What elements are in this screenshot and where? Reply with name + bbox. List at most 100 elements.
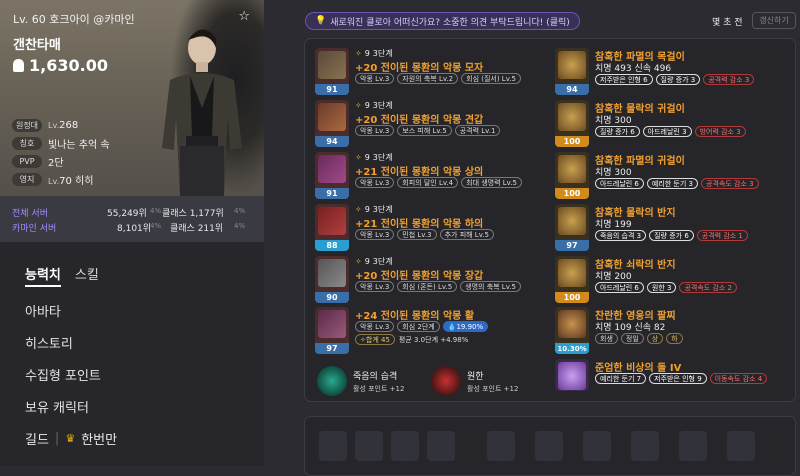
transcend-level: 9	[364, 101, 370, 110]
tab-skills[interactable]: 스킬	[75, 264, 99, 287]
item-name: +21 전이된 몽환의 악몽 상의	[355, 167, 484, 178]
accessory-ring-1[interactable]: 97 참혹한 몰락의 반지 치명 199 죽음의 습격 3 질량 증가 6 공격…	[555, 204, 785, 254]
gem-slot[interactable]	[679, 431, 707, 461]
effect-chip: 자원의 축복 Lv.2	[397, 73, 459, 84]
equipment-item-weapon[interactable]: 97 +24 전이된 몽환의 악몽 활 악몽 Lv.3 회심 2단계 💧 19.9…	[315, 307, 545, 357]
item-thumbnail: 100	[555, 152, 589, 199]
accessory-ring-2[interactable]: 100 참혹한 쇠락의 반지 치명 200 아드레날린 6 원한 3 공격속도 …	[555, 256, 785, 306]
favorite-star-icon[interactable]: ☆	[238, 9, 250, 24]
item-name: +20 전이된 몽환의 악몽 모자	[355, 63, 484, 74]
transcend-icon: ✧	[355, 257, 362, 266]
item-name: +20 전이된 몽환의 악몽 장갑	[355, 271, 484, 282]
gem-slot[interactable]	[487, 431, 515, 461]
info-row-pvp: PVP 2단	[12, 153, 110, 170]
penalty-chip: 공격속도 감소 2	[679, 282, 737, 293]
quality-badge: 100	[555, 292, 589, 303]
gem-slot[interactable]	[727, 431, 755, 461]
item-stats: 치명 200	[595, 272, 632, 282]
info-value: 2단	[48, 158, 64, 169]
effect-chip: 악몽 Lv.3	[355, 281, 395, 292]
item-name: 찬란한 영웅의 팔찌	[595, 311, 676, 322]
accessory-earring-1[interactable]: 100 참혹한 몰락의 귀걸이 치명 300 질량 증가 6 아드레날린 3 방…	[555, 100, 785, 150]
character-sidebar: Lv. 60 호크아이 @카마인 ☆ 갠찬타매 1,630.00 원정대 Lv.…	[0, 0, 264, 466]
total-value: 합계 45	[365, 335, 390, 344]
bracelet-icon	[558, 310, 586, 338]
item-thumbnail: 91	[315, 48, 349, 95]
rank-all-pct: 4%	[150, 207, 162, 215]
gloves-icon	[318, 259, 346, 287]
equipment-item-helmet[interactable]: 91 ✧ 9 3단계 +20 전이된 몽환의 악몽 모자 악몽 Lv.3 자원의 축…	[315, 48, 545, 98]
item-name: +20 전이된 몽환의 악몽 견갑	[355, 115, 484, 126]
character-level-server: Lv. 60 호크아이 @카마인	[13, 13, 135, 26]
equipment-item-pants[interactable]: 88 ✧ 9 3단계 +21 전이된 몽환의 악몽 하의 악몽 Lv.3 민첩 Lv…	[315, 204, 545, 254]
gem-slot[interactable]	[391, 431, 419, 461]
accessory-earring-2[interactable]: 100 참혹한 파멸의 귀걸이 치명 300 아드레날린 6 예리한 둔기 3 …	[555, 152, 785, 202]
engraving-name: 죽음의 습격	[353, 372, 398, 382]
sidebar-menu: 능력치 스킬 아바타 히스토리 수집형 포인트 보유 캐릭터 길드 | ♛ 한번…	[25, 264, 117, 448]
effect-chip: 추가 피해 Lv.5	[439, 229, 494, 240]
gem-slot[interactable]	[535, 431, 563, 461]
lightbulb-icon: 💡	[315, 16, 327, 26]
effect-chip: 회피의 달인 Lv.4	[397, 177, 459, 188]
effect-chip: 회심 2단계	[397, 321, 440, 332]
transcend-icon: ✧	[355, 49, 362, 58]
item-name: 참혹한 몰락의 반지	[595, 208, 676, 219]
effect-chip: 악몽 Lv.3	[355, 73, 395, 84]
effect-chip: 공격력 Lv.1	[454, 125, 501, 136]
bow-icon	[318, 310, 346, 338]
gem-slot[interactable]	[355, 431, 383, 461]
refresh-button[interactable]: 갱신하기	[752, 12, 796, 29]
effect-chip: 예리한 둔기 7	[595, 373, 647, 384]
transcend-stage: 3단계	[372, 205, 393, 214]
equipment-item-gloves[interactable]: 90 ✧ 9 3단계 +20 전이된 몽환의 악몽 장갑 악몽 Lv.3 회심 (혼…	[315, 256, 545, 306]
menu-item-history[interactable]: 히스토리	[25, 333, 117, 365]
menu-item-collectibles[interactable]: 수집형 포인트	[25, 365, 117, 397]
grade-chip: 상	[646, 333, 664, 344]
drop-icon: 💧	[447, 322, 457, 331]
item-name: +24 전이된 몽환의 악몽 활	[355, 311, 475, 322]
item-name: 준엄한 비상의 돌 IV	[595, 363, 682, 374]
item-name: 참혹한 파멸의 목걸이	[595, 52, 685, 63]
feedback-notice[interactable]: 💡 새로워진 클로아 어떠신가요? 소중한 의견 부탁드립니다! (클릭)	[305, 12, 580, 30]
character-avatar	[162, 29, 242, 196]
accessory-necklace[interactable]: 94 참혹한 파멸의 목걸이 치명 493 신속 496 저주받은 인형 6 질…	[555, 48, 785, 98]
menu-item-characters[interactable]: 보유 캐릭터	[25, 397, 117, 429]
info-value: 빛나는 추억 속	[48, 140, 110, 151]
effect-chip: 악몽 Lv.3	[355, 321, 395, 332]
guild-divider: |	[54, 431, 60, 446]
character-portrait: Lv. 60 호크아이 @카마인 ☆ 갠찬타매 1,630.00 원정대 Lv.…	[0, 0, 264, 196]
character-info-rows: 원정대 Lv.268 칭호 빛나는 추억 속 PVP 2단 영지 Lv.70 히…	[12, 117, 110, 189]
quality-badge: 88	[315, 240, 349, 251]
average-text: 평균 3.0단계 +4.98%	[398, 335, 469, 344]
info-tag: 칭호	[12, 137, 42, 150]
effect-chip: 저주받은 인형 9	[649, 373, 707, 384]
menu-item-avatar[interactable]: 아바타	[25, 301, 117, 333]
item-thumbnail: 88	[315, 204, 349, 251]
rank-all-label: 전체 서버	[12, 209, 48, 219]
helmet-icon	[318, 51, 346, 79]
gem-slot[interactable]	[319, 431, 347, 461]
engraving-points: 활성 포인트 +12	[467, 385, 519, 393]
gem-slot[interactable]	[427, 431, 455, 461]
equipment-item-shoulder[interactable]: 94 ✧ 9 3단계 +20 전이된 몽환의 악몽 견갑 악몽 Lv.3 보스 피해…	[315, 100, 545, 150]
gem-slot[interactable]	[631, 431, 659, 461]
item-name: 참혹한 파멸의 귀걸이	[595, 156, 685, 167]
gem-slot[interactable]	[583, 431, 611, 461]
effect-chip: 죽음의 습격 3	[595, 230, 647, 241]
item-thumbnail: 10.30%	[555, 307, 589, 354]
level-prefix: Lv.	[48, 177, 60, 186]
engraving-name: 원한	[467, 372, 484, 382]
equipment-item-chest[interactable]: 91 ✧ 9 3단계 +21 전이된 몽환의 악몽 상의 악몽 Lv.3 회피의 달…	[315, 152, 545, 202]
guild-row[interactable]: 길드 | ♛ 한번만	[25, 429, 117, 448]
stat-tabs: 능력치 스킬	[25, 264, 117, 287]
item-thumbnail: 100	[555, 100, 589, 147]
crown-icon: ♛	[65, 432, 76, 445]
accessory-ability-stone[interactable]: 준엄한 비상의 돌 IV 예리한 둔기 7 저주받은 인형 9 이동속도 감소 …	[555, 359, 785, 409]
effect-chip: 아드레날린 6	[595, 178, 644, 189]
accessory-bracelet[interactable]: 10.30% 찬란한 영웅의 팔찌 치명 109 신속 82 회생 정일 상 하	[555, 307, 785, 357]
transcend-stage: 3단계	[372, 49, 393, 58]
item-stats: 치명 300	[595, 168, 632, 178]
item-stats: 치명 300	[595, 116, 632, 126]
tab-stats[interactable]: 능력치	[25, 264, 61, 287]
item-thumbnail: 94	[555, 48, 589, 95]
